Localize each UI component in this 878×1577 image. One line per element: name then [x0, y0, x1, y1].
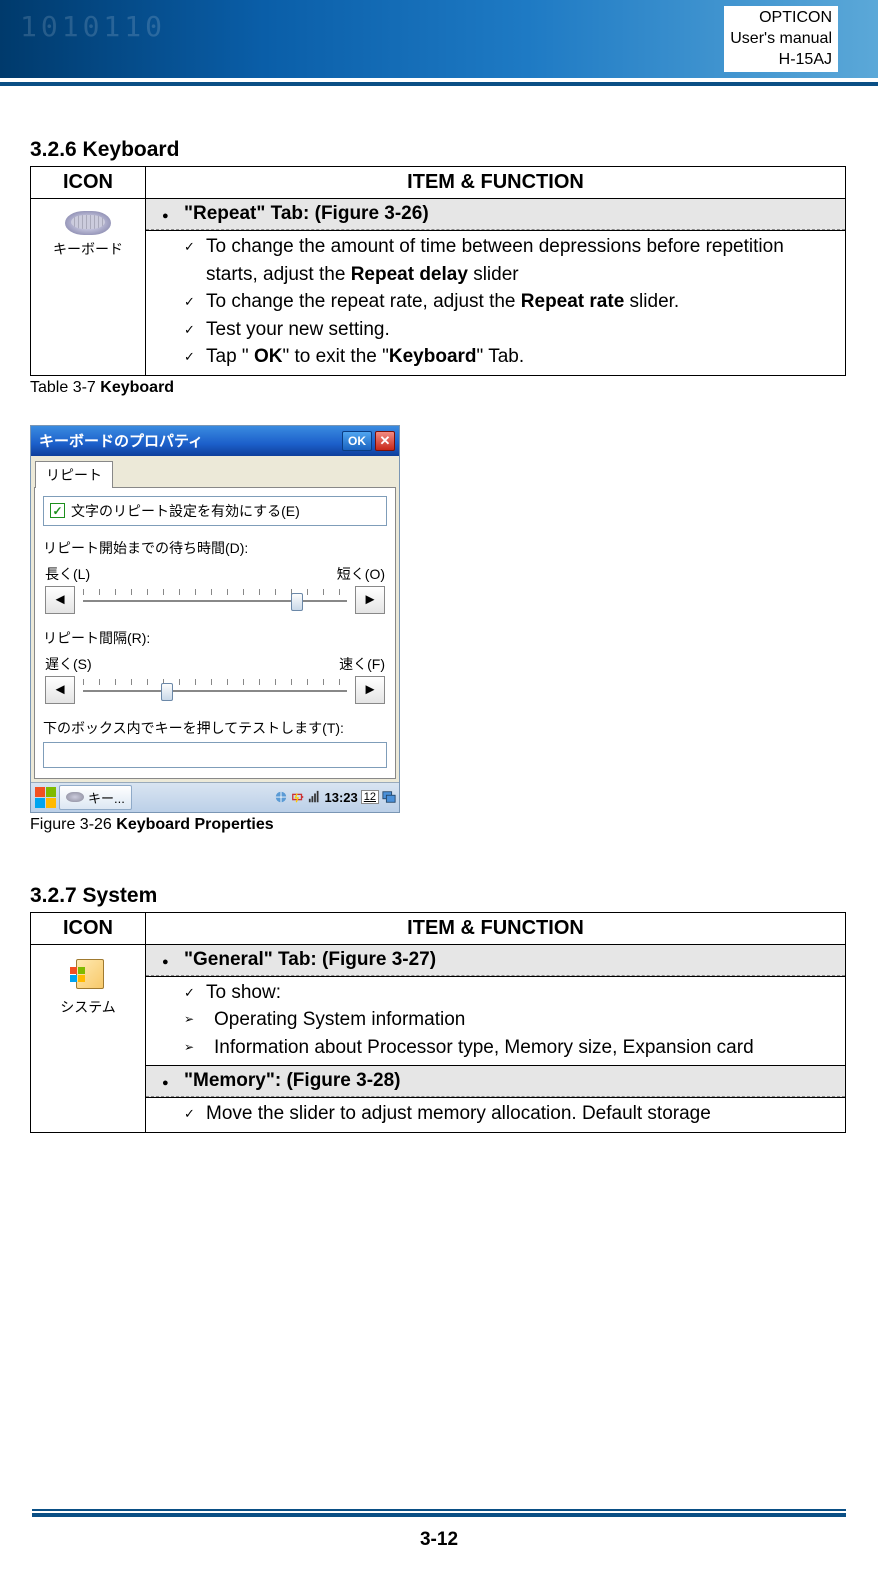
memory-tab-heading: "Memory": (Figure 3-28) [146, 1066, 845, 1097]
system-table: ICON ITEM & FUNCTION システム "General" Tab:… [30, 912, 846, 1133]
system-icon [70, 957, 106, 993]
delay-label: リピート開始までの待ち時間(D): [43, 538, 387, 558]
rate-slider-thumb[interactable] [161, 683, 173, 701]
section-system-heading: 3.2.7 System [30, 884, 846, 908]
rate-fast-label: 速く(F) [339, 654, 385, 674]
rate-slider[interactable] [79, 676, 351, 704]
page-number: 3-12 [0, 1529, 878, 1551]
th-icon: ICON [31, 167, 146, 199]
delay-slider-thumb[interactable] [291, 593, 303, 611]
delay-increase-button[interactable]: ► [355, 586, 385, 614]
keyboard-item-list: To change the amount of time between dep… [146, 231, 845, 375]
show-item-proc: Information about Processor type, Memory… [184, 1034, 839, 1062]
kb-item-3: Test your new setting. [184, 316, 839, 344]
general-item-list: To show: Operating System information In… [146, 977, 845, 1066]
header-text: OPTICON User's manual H-15AJ [724, 6, 838, 72]
desktop-icon[interactable] [382, 790, 396, 804]
taskbar-task-label: キー... [88, 788, 125, 807]
header-line3: H-15AJ [779, 51, 832, 68]
mock-title: キーボードのプロパティ [39, 430, 342, 451]
tray-area: 13:23 12 [274, 790, 397, 805]
header-line1: OPTICON [759, 9, 832, 26]
ok-button[interactable]: OK [342, 431, 372, 451]
keyboard-properties-screenshot: キーボードのプロパティ OK ✕ リピート ✓ 文字のリピート設定を有効にする(… [30, 425, 400, 813]
delay-decrease-button[interactable]: ◄ [45, 586, 75, 614]
system-icon-label: システム [60, 999, 116, 1015]
taskbar-task-keyboard[interactable]: キー... [59, 785, 132, 810]
sip-icon[interactable]: 12 [361, 790, 379, 804]
rate-label: リピート間隔(R): [43, 628, 387, 648]
delay-long-label: 長く(L) [45, 564, 90, 584]
footer-rule [32, 1511, 846, 1517]
memory-item: Move the slider to adjust memory allocat… [184, 1100, 839, 1128]
rate-increase-button[interactable]: ► [355, 676, 385, 704]
rate-slow-label: 遅く(S) [45, 654, 92, 674]
signal-icon[interactable] [308, 790, 322, 804]
battery-icon[interactable] [291, 790, 305, 804]
general-tab-heading: "General" Tab: (Figure 3-27) [146, 945, 845, 976]
start-button[interactable] [34, 786, 56, 808]
network-icon[interactable] [274, 790, 288, 804]
rate-slider-block: 遅く(S) 速く(F) ◄ ► [45, 654, 385, 704]
header-line2: User's manual [730, 30, 832, 47]
test-label: 下のボックス内でキーを押してテストします(T): [43, 718, 387, 738]
repeat-tab[interactable]: リピート [35, 461, 113, 488]
kb-item-4: Tap " OK" to exit the "Keyboard" Tab. [184, 343, 839, 371]
show-item-os: Operating System information [184, 1006, 839, 1034]
keyboard-table: ICON ITEM & FUNCTION キーボード "Repeat" Tab:… [30, 166, 846, 376]
th-func-2: ITEM & FUNCTION [146, 912, 846, 944]
th-func: ITEM & FUNCTION [146, 167, 846, 199]
kb-item-2: To change the repeat rate, adjust the Re… [184, 288, 839, 316]
system-icon-cell: システム [31, 944, 146, 1132]
to-show-label: To show: [184, 979, 839, 1007]
keyboard-icon [65, 211, 111, 235]
rate-decrease-button[interactable]: ◄ [45, 676, 75, 704]
table-caption-keyboard: Table 3-7 Keyboard [30, 379, 846, 397]
test-input[interactable] [43, 742, 387, 768]
keyboard-icon-label: キーボード [53, 241, 123, 257]
keyboard-icon-cell: キーボード [31, 199, 146, 376]
enable-repeat-row[interactable]: ✓ 文字のリピート設定を有効にする(E) [43, 496, 387, 526]
taskbar-clock: 13:23 [325, 790, 358, 805]
delay-slider-block: 長く(L) 短く(O) ◄ ► [45, 564, 385, 614]
mock-titlebar: キーボードのプロパティ OK ✕ [31, 426, 399, 456]
repeat-tab-heading: "Repeat" Tab: (Figure 3-26) [146, 199, 845, 230]
delay-short-label: 短く(O) [337, 564, 385, 584]
header-banner: OPTICON User's manual H-15AJ [0, 0, 878, 78]
checkbox-checked-icon[interactable]: ✓ [50, 503, 65, 518]
keyboard-tray-icon [66, 792, 84, 802]
mock-panel: ✓ 文字のリピート設定を有効にする(E) リピート開始までの待ち時間(D): 長… [34, 487, 396, 779]
enable-repeat-label: 文字のリピート設定を有効にする(E) [71, 501, 300, 521]
mock-taskbar: キー... 13:23 12 [31, 782, 399, 812]
memory-item-list: Move the slider to adjust memory allocat… [146, 1098, 845, 1132]
figure-caption-keyboard: Figure 3-26 Keyboard Properties [30, 816, 846, 834]
close-button[interactable]: ✕ [375, 431, 395, 451]
th-icon-2: ICON [31, 912, 146, 944]
kb-item-1: To change the amount of time between dep… [184, 233, 839, 288]
header-rule [0, 78, 878, 86]
delay-slider[interactable] [79, 586, 351, 614]
section-keyboard-heading: 3.2.6 Keyboard [30, 138, 846, 162]
